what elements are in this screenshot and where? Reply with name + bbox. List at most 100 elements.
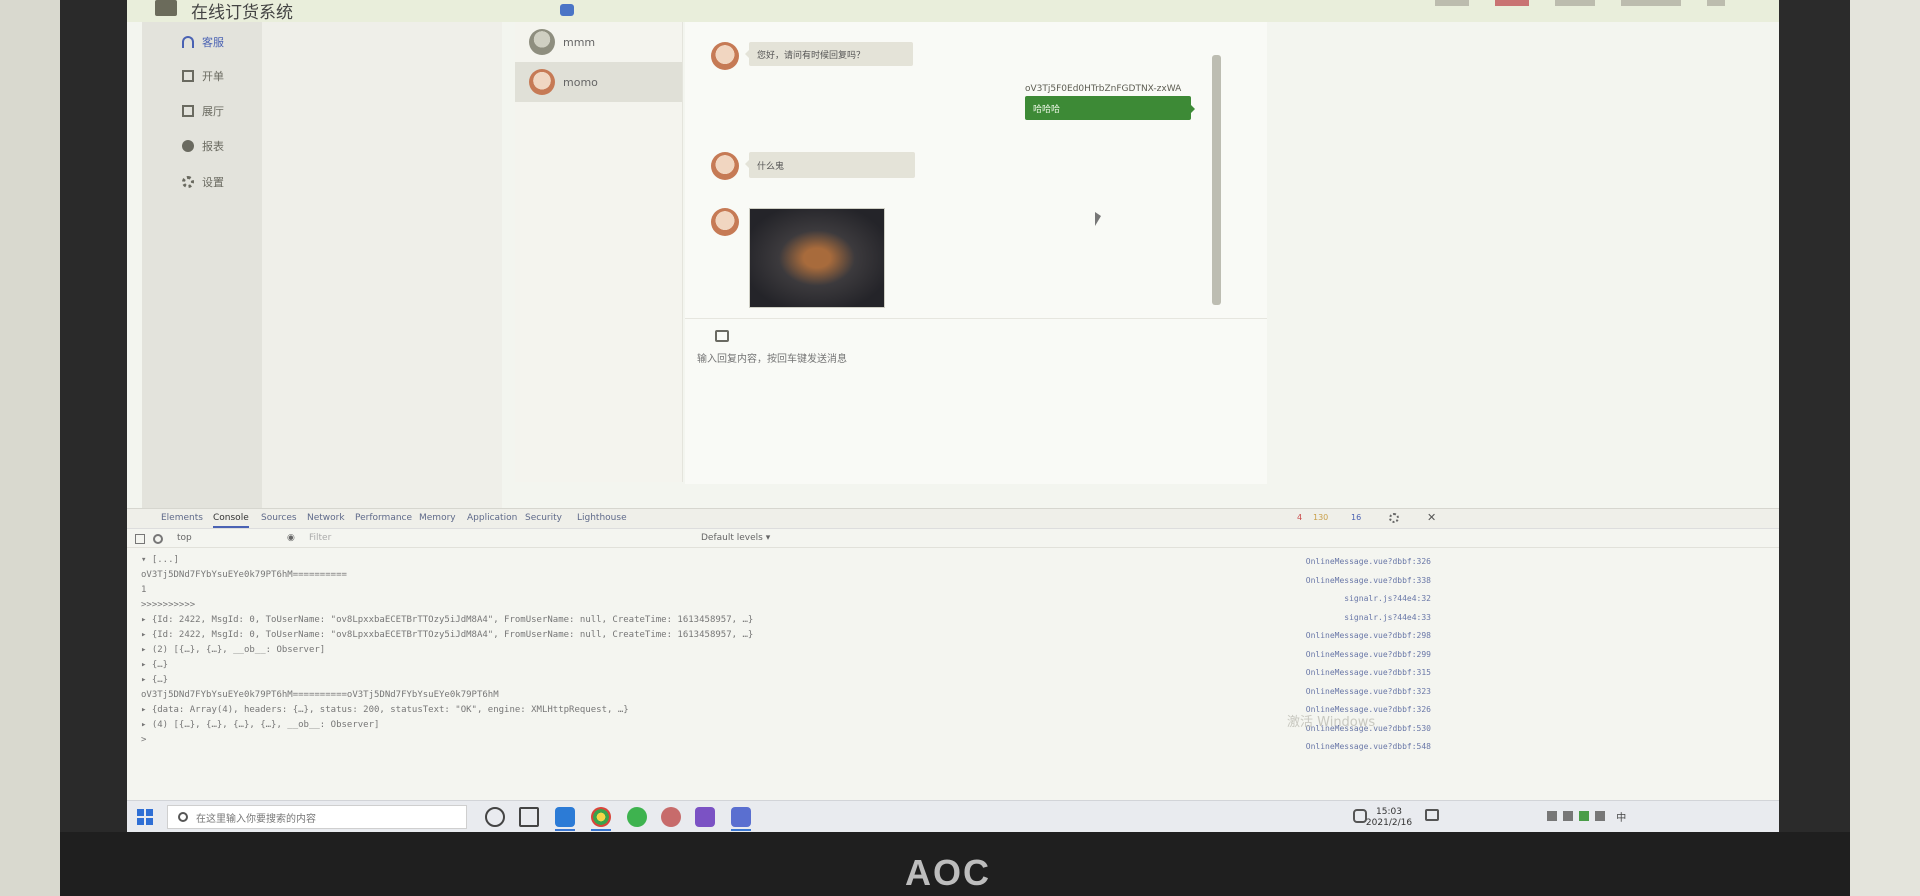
- chat-image-message[interactable]: [749, 208, 885, 308]
- activation-watermark: 激活 Windows: [1287, 715, 1376, 730]
- context-select[interactable]: top: [177, 533, 277, 543]
- chrome-icon[interactable]: [591, 807, 611, 831]
- chat-message: 什么鬼: [745, 152, 915, 178]
- avatar: [529, 69, 555, 95]
- console-line: ▾ [...]: [141, 555, 179, 565]
- console-line[interactable]: ▸ (2) [{…}, {…}, __ob__: Observer]: [141, 643, 1261, 658]
- console-prompt[interactable]: >: [141, 733, 1261, 748]
- monitor-bezel-left: [60, 0, 130, 896]
- message-count-badge[interactable]: 16: [1351, 513, 1361, 522]
- console-line[interactable]: ▸ {…}: [141, 658, 1261, 673]
- chat-bubble-icon[interactable]: [560, 4, 574, 16]
- source-link[interactable]: signalr.js?44e4:33: [1235, 609, 1431, 628]
- windows-start-icon[interactable]: [137, 809, 153, 825]
- source-link[interactable]: OnlineMessage.vue?dbbf:326: [1235, 553, 1431, 572]
- warning-count-badge[interactable]: 130: [1313, 513, 1328, 522]
- close-icon[interactable]: ✕: [1427, 511, 1436, 524]
- sidebar-toggle-icon[interactable]: [135, 534, 145, 544]
- app-icon[interactable]: [661, 807, 681, 827]
- console-line[interactable]: ▸ {…}: [141, 673, 1261, 688]
- gear-icon: [182, 176, 194, 188]
- visual-studio-icon[interactable]: [695, 807, 715, 827]
- chat-scrollbar[interactable]: [1212, 55, 1221, 305]
- list-icon: [182, 70, 194, 82]
- message-input[interactable]: [697, 352, 1097, 366]
- console-line: 1: [141, 585, 147, 595]
- avatar: [711, 208, 739, 236]
- tab-application[interactable]: Application: [467, 513, 517, 523]
- clock[interactable]: 15:03 2021/2/16: [1359, 807, 1419, 829]
- source-link[interactable]: OnlineMessage.vue?dbbf:338: [1235, 572, 1431, 591]
- header-link[interactable]: [1555, 0, 1595, 6]
- console-line[interactable]: ▸ {data: Array(4), headers: {…}, status:…: [141, 703, 1261, 718]
- source-link[interactable]: OnlineMessage.vue?dbbf:299: [1235, 646, 1431, 665]
- source-link[interactable]: OnlineMessage.vue?dbbf:548: [1235, 738, 1431, 757]
- plus-box-icon: [182, 105, 194, 117]
- chart-icon: [182, 140, 194, 152]
- avatar: [711, 42, 739, 70]
- contact-list: mmm momo: [515, 22, 683, 482]
- gear-icon[interactable]: [1389, 513, 1399, 523]
- sidebar-item-label: 开单: [202, 70, 224, 83]
- tab-network[interactable]: Network: [307, 513, 345, 523]
- tab-memory[interactable]: Memory: [419, 513, 456, 523]
- tab-performance[interactable]: Performance: [355, 513, 412, 523]
- sidebar-item-label: 展厅: [202, 105, 224, 118]
- system-tray: 中: [1547, 809, 1626, 824]
- task-view-icon[interactable]: [519, 807, 539, 827]
- contact-item[interactable]: mmm: [515, 22, 682, 62]
- tab-sources[interactable]: Sources: [261, 513, 297, 523]
- monitor-brand-logo: AOC: [905, 852, 991, 893]
- error-count-badge[interactable]: 4: [1297, 513, 1302, 522]
- console-line: oV3Tj5DNd7FYbYsuEYe0k79PT6hM==========: [141, 570, 347, 580]
- sidebar-item-order[interactable]: 开单: [142, 56, 262, 96]
- header-link[interactable]: [1621, 0, 1681, 6]
- console-line[interactable]: ▸ {Id: 2422, MsgId: 0, ToUserName: "ov8L…: [141, 628, 1261, 643]
- source-link[interactable]: OnlineMessage.vue?dbbf:323: [1235, 683, 1431, 702]
- app-icon[interactable]: [731, 807, 751, 831]
- wechat-icon[interactable]: [627, 807, 647, 827]
- taskbar-search[interactable]: 在这里输入你要搜索的内容: [167, 805, 467, 829]
- console-line[interactable]: ▸ {Id: 2422, MsgId: 0, ToUserName: "ov8L…: [141, 613, 1261, 628]
- console-line[interactable]: ▸ (4) [{…}, {…}, {…}, {…}, __ob__: Obser…: [141, 718, 1261, 733]
- sidebar-item-showroom[interactable]: 展厅: [142, 91, 262, 131]
- eye-icon[interactable]: ◉: [287, 533, 295, 543]
- clear-console-icon[interactable]: [153, 534, 163, 544]
- header-link[interactable]: [1495, 0, 1529, 6]
- screen: 在线订货系统 客服 开单 展厅 报表 设置 mmm momo 您好，请问有时候回…: [127, 0, 1779, 832]
- source-link[interactable]: OnlineMessage.vue?dbbf:298: [1235, 627, 1431, 646]
- cortana-icon[interactable]: [485, 807, 505, 827]
- tab-console[interactable]: Console: [213, 513, 249, 528]
- background-wall: [0, 0, 60, 896]
- vscode-icon[interactable]: [555, 807, 575, 831]
- avatar: [711, 152, 739, 180]
- header-actions: [1435, 0, 1725, 6]
- sidebar-item-label: 客服: [202, 36, 224, 49]
- console-line: oV3Tj5DNd7FYbYsuEYe0k79PT6hM==========oV…: [141, 690, 499, 700]
- taskbar: 在这里输入你要搜索的内容 中 15:03 2021/2/16: [127, 800, 1779, 832]
- sidebar-item-report[interactable]: 报表: [142, 126, 262, 166]
- search-icon: [178, 812, 188, 822]
- tab-elements[interactable]: Elements: [161, 513, 203, 523]
- tray-icons[interactable]: [1547, 811, 1609, 821]
- filter-input[interactable]: Filter: [309, 533, 331, 543]
- image-upload-icon[interactable]: [715, 330, 729, 342]
- source-link[interactable]: signalr.js?44e4:32: [1235, 590, 1431, 609]
- console-toolbar: top ◉ Filter Default levels ▾: [127, 530, 1779, 548]
- header-link[interactable]: [1435, 0, 1469, 6]
- clock-time: 15:03: [1376, 807, 1402, 817]
- source-link[interactable]: OnlineMessage.vue?dbbf:315: [1235, 664, 1431, 683]
- chat-message: 您好，请问有时候回复吗？: [745, 42, 913, 66]
- ime-indicator[interactable]: 中: [1616, 813, 1626, 824]
- sidebar-item-settings[interactable]: 设置: [142, 162, 262, 202]
- devtools-tabs: Elements Console Sources Network Perform…: [127, 509, 1779, 529]
- app-logo: [155, 0, 177, 16]
- tab-security[interactable]: Security: [525, 513, 562, 523]
- header-link[interactable]: [1707, 0, 1725, 6]
- contact-name: momo: [563, 75, 598, 89]
- tab-lighthouse[interactable]: Lighthouse: [577, 513, 627, 523]
- log-levels-dropdown[interactable]: Default levels ▾: [701, 533, 770, 543]
- notification-icon[interactable]: [1425, 809, 1439, 821]
- contact-item[interactable]: momo: [515, 62, 682, 102]
- app-header: 在线订货系统: [127, 0, 1779, 23]
